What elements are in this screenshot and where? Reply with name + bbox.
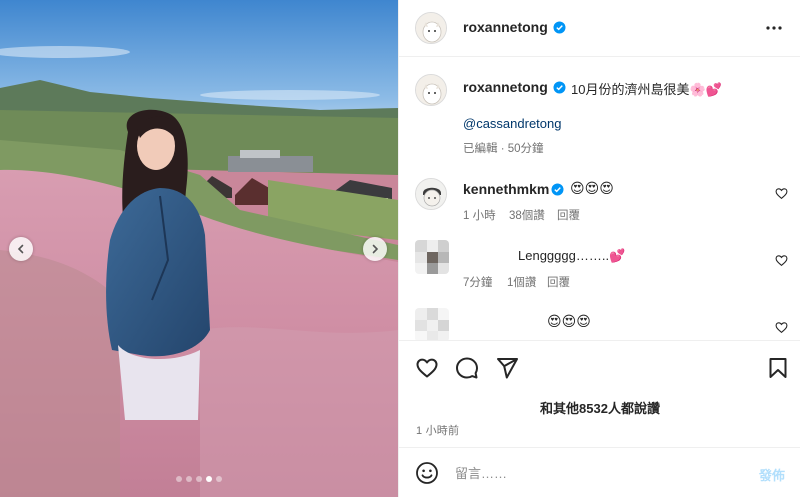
next-photo-button[interactable] (363, 237, 387, 261)
caption-avatar[interactable] (415, 74, 447, 106)
carousel-dots (0, 476, 398, 482)
carousel-dot (216, 476, 222, 482)
more-horizontal-icon[interactable] (765, 19, 783, 37)
post-media (0, 0, 398, 497)
like-heart-icon[interactable] (415, 356, 439, 380)
header-username[interactable]: roxannetong (463, 19, 548, 35)
instagram-post-modal: roxannetong roxannetong 10月份的濟州島很美🌸💕 @ca… (0, 0, 800, 497)
comment-likes[interactable]: 1個讚 (507, 274, 536, 290)
unicorn-avatar-image (416, 75, 446, 105)
pixelated-avatar-image (415, 240, 449, 274)
caption-username[interactable]: roxannetong (463, 79, 548, 95)
pixelated-avatar-image (415, 308, 449, 340)
post-comment-button[interactable]: 發佈 (759, 465, 785, 484)
previous-photo-button[interactable] (9, 237, 33, 261)
mention-link[interactable]: @cassandretong (463, 116, 561, 131)
comment-like-heart-icon[interactable] (775, 254, 788, 267)
caption-meta: 已編輯 · 50分鐘 (463, 143, 544, 155)
blurred-avatar[interactable] (415, 308, 449, 340)
comment-text: 😍😍😍 (547, 313, 591, 329)
reply-button[interactable]: 回覆 (547, 274, 570, 290)
verified-badge-icon (551, 183, 564, 196)
post-photo (0, 0, 398, 497)
carousel-dot (176, 476, 182, 482)
chevron-right-icon (372, 244, 379, 254)
share-paper-plane-icon[interactable] (495, 356, 519, 380)
comment-composer: 發佈 (399, 447, 800, 497)
chevron-left-icon (17, 244, 24, 254)
likes-count[interactable]: 和其他8532人都說讚 (399, 398, 800, 417)
comment-text: 😍😍😍 (570, 180, 614, 196)
blurred-avatar[interactable] (415, 240, 449, 274)
comment-like-heart-icon[interactable] (775, 321, 788, 334)
comment-like-heart-icon[interactable] (775, 187, 788, 200)
unicorn-avatar-image (416, 13, 446, 43)
post-header: roxannetong (399, 0, 800, 57)
verified-badge-icon (553, 21, 566, 34)
post-time-ago[interactable]: 1 小時前 (416, 422, 459, 438)
carousel-dot (206, 476, 212, 482)
reply-button[interactable]: 回覆 (557, 207, 580, 223)
comment-likes[interactable]: 38個讚 (509, 207, 545, 223)
comment-bubble-icon[interactable] (455, 356, 479, 380)
comment-time[interactable]: 1 小時 (463, 207, 496, 223)
post-actions: 和其他8532人都說讚 1 小時前 (399, 340, 800, 458)
avatar[interactable] (415, 12, 447, 44)
caption-text: 10月份的濟州島很美🌸💕 (571, 82, 722, 97)
comment-avatar[interactable] (415, 178, 447, 210)
post-side-panel: roxannetong roxannetong 10月份的濟州島很美🌸💕 @ca… (398, 0, 800, 497)
verified-badge-icon (553, 81, 566, 94)
carousel-dot (196, 476, 202, 482)
cartoon-avatar-image (416, 179, 446, 209)
comments-section: roxannetong 10月份的濟州島很美🌸💕 @cassandretong … (399, 58, 800, 340)
emoji-smiley-icon[interactable] (415, 461, 439, 485)
carousel-dot (186, 476, 192, 482)
bookmark-icon[interactable] (766, 356, 790, 380)
comment-text: Lenggggg……..💕 (518, 248, 626, 263)
comment-time[interactable]: 7分鐘 (463, 274, 492, 290)
comment-username[interactable]: kennethmkm (463, 181, 549, 197)
comment-input[interactable] (455, 460, 745, 486)
